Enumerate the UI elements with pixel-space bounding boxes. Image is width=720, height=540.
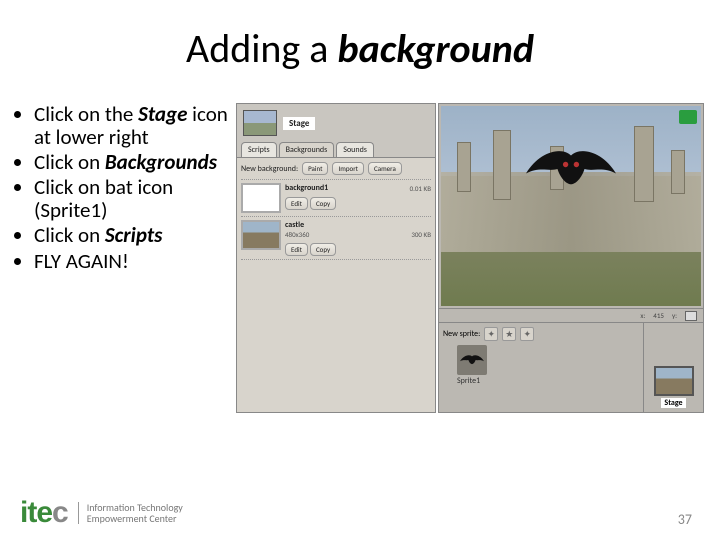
bg1-size: 0.01 KB — [410, 184, 431, 193]
bullet-item: FLY AGAIN! — [34, 250, 236, 273]
surprise-sprite-button[interactable]: ✦ — [520, 327, 534, 341]
stage-mini-thumb[interactable] — [654, 366, 694, 396]
logo-text: Information Technology Empowerment Cente… — [78, 502, 183, 524]
paint-sprite-button[interactable]: ✦ — [484, 327, 498, 341]
choose-sprite-button[interactable]: ★ — [502, 327, 516, 341]
copy-button[interactable]: Copy — [310, 197, 336, 210]
coordinate-bar: x:415 y: — [439, 308, 703, 322]
bg1-name: background1 — [285, 183, 328, 193]
scratch-right-pane: x:415 y: New sprite: ✦ ★ ✦ Sprite1 — [438, 103, 704, 413]
bullet-item: Click on Backgrounds — [34, 151, 236, 174]
title-emphasis: background — [338, 24, 534, 73]
footer-logo: itec Information Technology Empowerment … — [20, 496, 183, 530]
paint-button[interactable]: Paint — [302, 162, 328, 175]
castle-thumb[interactable] — [241, 220, 281, 250]
green-flag-icon[interactable] — [679, 110, 697, 124]
background1-thumb[interactable] — [241, 183, 281, 213]
stage-corner-label: Stage — [661, 398, 685, 408]
sprite1-icon[interactable] — [457, 345, 487, 375]
title-prefix: Adding a — [186, 24, 337, 73]
background-item[interactable]: castle 480x360 300 KB Edit Copy — [241, 220, 431, 256]
new-sprite-label: New sprite: — [443, 329, 480, 339]
camera-button[interactable]: Camera — [368, 162, 402, 175]
bullet-item: Click on Scripts — [34, 224, 236, 247]
scratch-left-pane: Stage Scripts Backgrounds Sounds New bac… — [236, 103, 436, 413]
stage-label: Stage — [283, 117, 315, 130]
edit-button[interactable]: Edit — [285, 197, 308, 210]
bg2-dims: 480x360 — [285, 230, 309, 239]
page-number: 37 — [678, 511, 692, 528]
new-background-label: New background: — [241, 164, 298, 174]
bullet-list: Click on the Stage icon at lower right C… — [16, 103, 236, 413]
bat-sprite[interactable] — [526, 144, 616, 199]
bullet-item: Click on the Stage icon at lower right — [34, 103, 236, 149]
stage-thumbnail[interactable] — [243, 110, 277, 136]
scratch-screenshot: Stage Scripts Backgrounds Sounds New bac… — [236, 103, 704, 413]
tab-scripts[interactable]: Scripts — [241, 142, 277, 157]
copy-button[interactable]: Copy — [310, 243, 336, 256]
background-item[interactable]: background1 0.01 KB Edit Copy — [241, 183, 431, 213]
slide-title: Adding a background — [0, 0, 720, 73]
presentation-icon[interactable] — [685, 311, 697, 321]
stage-view[interactable] — [441, 106, 701, 306]
bg2-name: castle — [285, 220, 431, 230]
tab-sounds[interactable]: Sounds — [336, 142, 374, 157]
edit-button[interactable]: Edit — [285, 243, 308, 256]
stage-corner[interactable]: Stage — [643, 323, 703, 412]
bullet-item: Click on bat icon (Sprite1) — [34, 176, 236, 222]
tab-backgrounds[interactable]: Backgrounds — [279, 142, 335, 157]
import-button[interactable]: Import — [332, 162, 364, 175]
bg2-size: 300 KB — [411, 230, 431, 239]
sprite1-label: Sprite1 — [457, 376, 639, 386]
sprite-area: New sprite: ✦ ★ ✦ Sprite1 — [439, 323, 643, 412]
logo-mark: ite — [20, 496, 52, 529]
